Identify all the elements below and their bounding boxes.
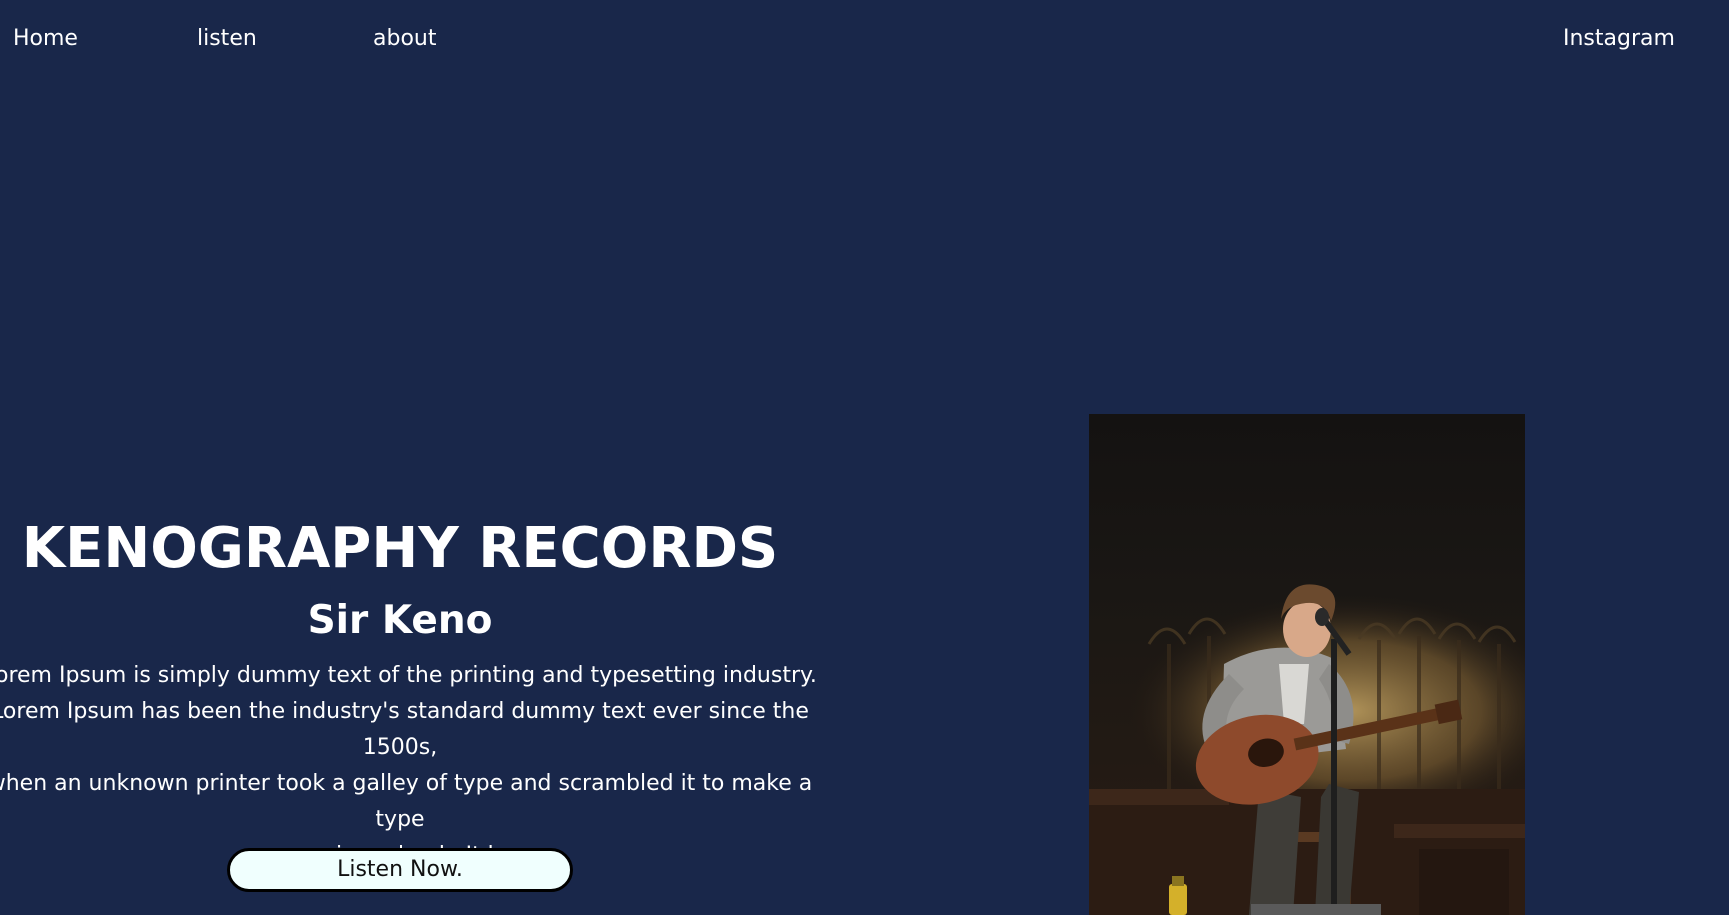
nav-instagram-link[interactable]: Instagram <box>1563 24 1675 54</box>
hero-title: KENOGRAPHY RECORDS <box>21 516 779 581</box>
artist-name: Sir Keno <box>307 598 493 643</box>
hero-section: KENOGRAPHY RECORDS Sir Keno Lorem Ipsum … <box>0 0 817 915</box>
listen-now-button[interactable]: Listen Now. <box>227 848 573 892</box>
hero-description: Lorem Ipsum is simply dummy text of the … <box>0 663 817 868</box>
musician-photo <box>1089 414 1525 915</box>
